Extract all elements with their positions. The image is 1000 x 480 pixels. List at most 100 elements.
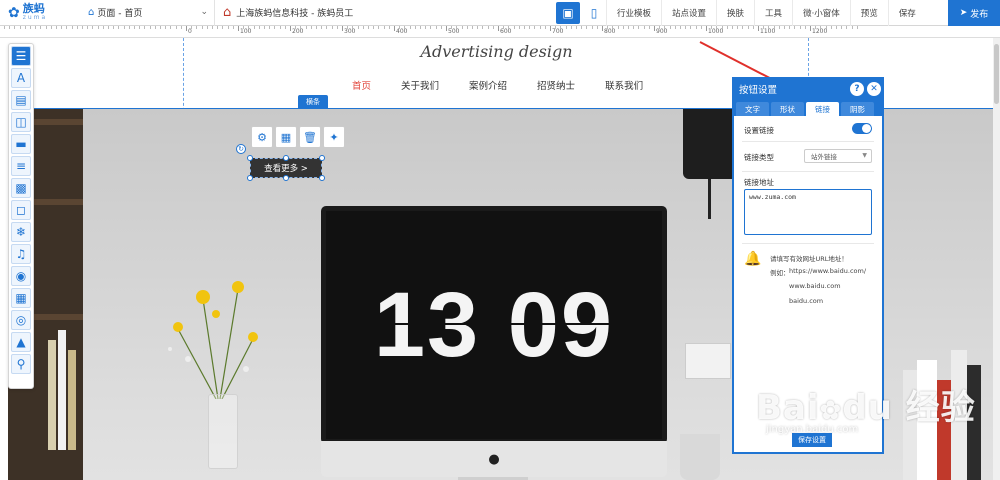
desktop-view-icon[interactable]: ▣ — [556, 2, 580, 24]
example-url-2: www.baidu.com — [789, 282, 841, 290]
page-selector-label: 页面 - 首页 — [97, 9, 143, 19]
ruler-tick — [654, 26, 655, 31]
ruler-tick — [446, 26, 447, 31]
device-switcher: ▣ ▯ — [556, 0, 606, 26]
bell-icon: 🔔 — [744, 251, 762, 267]
logo-subtext: zuma — [22, 13, 48, 21]
line-icon[interactable]: ▬ — [11, 134, 31, 154]
scrollbar-thumb[interactable] — [994, 44, 999, 104]
search-zoom-icon[interactable]: ⚲ — [11, 354, 31, 374]
tab-link[interactable]: 链接 — [806, 102, 839, 116]
nav-item-cases[interactable]: 案例介绍 — [469, 78, 507, 92]
menu-skin[interactable]: 换肤 — [716, 0, 754, 26]
link-url-label: 链接地址 — [744, 178, 774, 187]
rotate-handle-icon[interactable]: ↻ — [236, 144, 246, 154]
link-url-input[interactable]: www.zuma.com — [744, 189, 872, 235]
horizontal-ruler: 0 100 200 300 400 500 600 700 800 900 1000 1100 1200 — [0, 26, 1000, 38]
chevron-down-icon: ⌄ — [200, 6, 208, 17]
delete-icon[interactable]: 🗑 — [299, 126, 321, 148]
panel-header: 按钮设置 ? ✕ — [734, 79, 882, 99]
glass-vase — [208, 394, 238, 469]
gallery-icon[interactable]: ▩ — [11, 178, 31, 198]
ruler-tick — [602, 26, 603, 31]
layout-icon[interactable]: ▦ — [275, 126, 297, 148]
snowflake-icon[interactable]: ❄ — [11, 222, 31, 242]
ruler-label: 900 — [656, 28, 668, 35]
example-url-1: https://www.baidu.com/ — [789, 267, 867, 275]
tab-shape[interactable]: 形状 — [771, 102, 804, 116]
magic-icon[interactable]: ✦ — [323, 126, 345, 148]
ruler-label: 600 — [500, 28, 512, 35]
ruler-label: 1100 — [760, 28, 776, 35]
menu-preview[interactable]: 预览 — [849, 0, 888, 26]
ruler-label: 800 — [604, 28, 616, 35]
set-link-toggle[interactable] — [852, 123, 872, 134]
menu-site-settings[interactable]: 站点设置 — [661, 0, 716, 26]
ruler-tick — [498, 26, 499, 31]
strip-label[interactable]: 横条 — [298, 95, 328, 108]
resize-handle[interactable] — [283, 175, 289, 181]
close-icon[interactable]: ✕ — [867, 82, 881, 96]
menu-list-icon[interactable]: ≡ — [11, 156, 31, 176]
top-menu: 行业模板 站点设置 换肤 工具 微·小窗体 预览 保存 — [606, 0, 926, 26]
resize-handle[interactable] — [247, 155, 253, 161]
mug — [680, 434, 720, 480]
video-icon[interactable]: ◉ — [11, 266, 31, 286]
picture-icon[interactable]: ▲ — [11, 332, 31, 352]
mobile-view-icon[interactable]: ▯ — [582, 2, 606, 24]
ruler-tick — [706, 26, 707, 31]
tab-shadow[interactable]: 阴影 — [841, 102, 874, 116]
brand-title[interactable]: Advertising design — [0, 42, 993, 61]
nav-item-contact[interactable]: 联系我们 — [605, 78, 643, 92]
settings-icon[interactable]: ⚙ — [251, 126, 273, 148]
ruler-tick — [186, 26, 187, 31]
nav-item-jobs[interactable]: 招贤纳士 — [537, 78, 575, 92]
link-type-select[interactable]: 站外链接 ▼ — [804, 149, 872, 163]
publish-label: 发布 — [970, 9, 989, 20]
ruler-label: 500 — [448, 28, 460, 35]
image-text-icon[interactable]: ▤ — [11, 90, 31, 110]
resize-handle[interactable] — [319, 175, 325, 181]
tab-text[interactable]: 文字 — [736, 102, 769, 116]
ant-logo-icon: ✿ — [8, 4, 20, 21]
cart-icon[interactable]: ◻ — [11, 200, 31, 220]
ruler-tick — [394, 26, 395, 31]
resize-handle[interactable] — [247, 175, 253, 181]
text-icon[interactable]: A — [11, 68, 31, 88]
ruler-tick — [238, 26, 239, 31]
hint-title: 请填写有效网址URL地址！ — [770, 255, 848, 263]
form-icon[interactable]: ▦ — [11, 288, 31, 308]
list-icon[interactable]: ☰ — [11, 46, 31, 66]
shape-icon[interactable]: ◫ — [11, 112, 31, 132]
wall-switch — [685, 343, 731, 379]
resize-handle[interactable] — [283, 155, 289, 161]
site-nav: 首页 关于我们 案例介绍 招贤纳士 联系我们 — [352, 78, 643, 92]
menu-industry-templates[interactable]: 行业模板 — [606, 0, 661, 26]
menu-mini-window[interactable]: 微·小窗体 — [792, 0, 850, 26]
menu-tools[interactable]: 工具 — [754, 0, 792, 26]
nav-item-about[interactable]: 关于我们 — [401, 78, 439, 92]
help-icon[interactable]: ? — [850, 82, 864, 96]
resize-handle[interactable] — [319, 155, 325, 161]
logo: ✿ 族蚂 zuma — [0, 0, 80, 26]
link-type-label: 链接类型 — [744, 153, 774, 162]
clock-display: 13 09 — [326, 211, 662, 439]
save-settings-button[interactable]: 保存设置 — [792, 433, 832, 447]
nav-item-home[interactable]: 首页 — [352, 78, 371, 92]
ruler-tick — [550, 26, 551, 31]
vertical-scrollbar[interactable] — [993, 38, 1000, 480]
ruler-label: 200 — [292, 28, 304, 35]
menu-save[interactable]: 保存 — [887, 0, 926, 26]
home-icon: ⌂ — [88, 7, 95, 18]
logo-text: 族蚂 — [22, 1, 45, 15]
baidu-watermark: Bai✿du 经验 jingyan.baidu.com — [756, 388, 976, 435]
ruler-label: 1200 — [812, 28, 828, 35]
publish-button[interactable]: ➤ 发布 — [948, 0, 1000, 26]
ruler-tick — [290, 26, 291, 31]
music-icon[interactable]: ♫ — [11, 244, 31, 264]
panel-title: 按钮设置 — [739, 85, 778, 96]
component-toolbar: ☰ A ▤ ◫ ▬ ≡ ▩ ◻ ❄ ♫ ◉ ▦ ◎ ▲ ⚲ — [8, 43, 34, 389]
circle-icon[interactable]: ◎ — [11, 310, 31, 330]
element-tools: ⚙ ▦ 🗑 ✦ — [251, 126, 345, 148]
page-selector[interactable]: ⌂ 页面 - 首页 ⌄ — [80, 0, 215, 26]
